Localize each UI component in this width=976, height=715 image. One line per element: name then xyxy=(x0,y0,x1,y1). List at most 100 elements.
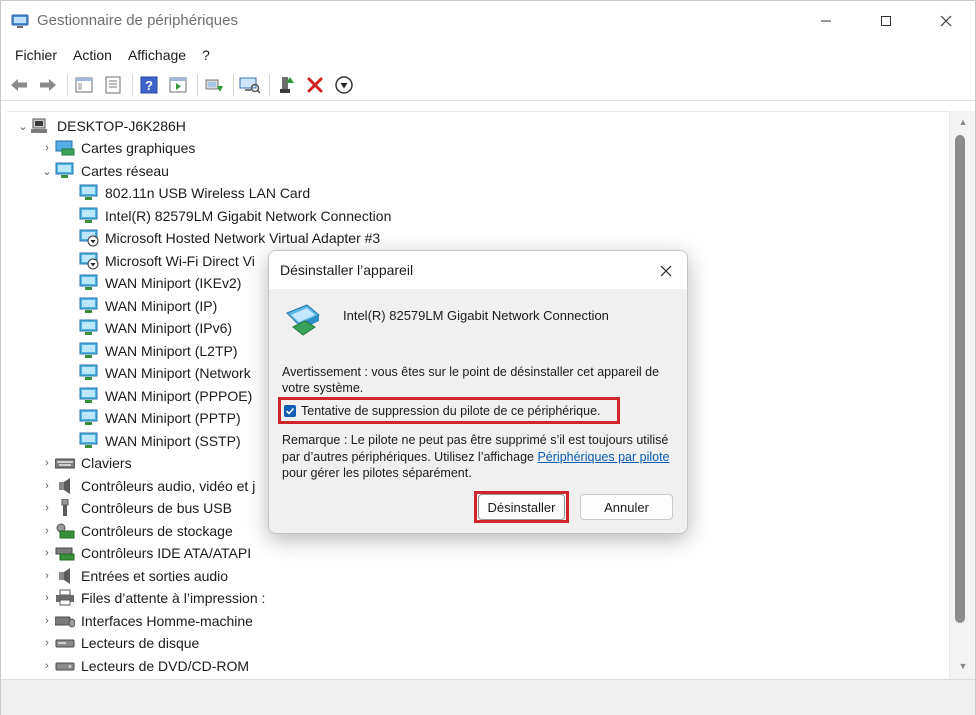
tree-item-network-device[interactable]: 802.11n USB Wireless LAN Card xyxy=(79,182,310,204)
chevron-right-icon[interactable]: › xyxy=(39,568,55,584)
tree-item-audio-io[interactable]: › Entrées et sorties audio xyxy=(39,565,228,587)
delete-driver-checkbox-row[interactable]: Tentative de suppression du pilote de ce… xyxy=(278,397,620,424)
disable-device-button[interactable] xyxy=(332,73,356,97)
toolbar-separator xyxy=(269,73,270,96)
tree-item-print-queues[interactable]: › Files d’attente à l’impression : xyxy=(39,587,265,609)
tree-item-storage-controllers[interactable]: › Contrôleurs de stockage xyxy=(39,520,233,542)
tree-item-label: Lecteurs de disque xyxy=(81,635,200,651)
tree-item-disk-drives[interactable]: › Lecteurs de disque xyxy=(39,632,199,654)
delete-driver-checkbox[interactable] xyxy=(284,404,296,417)
network-adapter-icon xyxy=(79,409,98,425)
tree-item-network-device[interactable]: WAN Miniport (IKEv2) xyxy=(79,272,241,294)
tree-item-label: Files d’attente à l’impression : xyxy=(81,590,266,606)
chevron-right-icon[interactable]: › xyxy=(39,545,55,561)
forward-button[interactable] xyxy=(36,73,60,97)
tree-item-network-device[interactable]: WAN Miniport (L2TP) xyxy=(79,340,238,362)
menu-view[interactable]: Affichage xyxy=(120,41,194,69)
tree-item-graphics-cards[interactable]: › Cartes graphiques xyxy=(39,137,195,159)
keyboard-icon xyxy=(55,458,75,469)
dialog-title-bar: Désinstaller l’appareil xyxy=(269,251,687,289)
tree-item-usb-controllers[interactable]: › Contrôleurs de bus USB xyxy=(39,497,232,519)
cancel-button[interactable]: Annuler xyxy=(580,494,673,520)
tree-item-label: WAN Miniport (IP) xyxy=(105,298,218,314)
devices-by-driver-link[interactable]: Périphériques par pilote xyxy=(537,450,669,464)
storage-controller-icon xyxy=(56,523,75,539)
tree-item-dvd-drives[interactable]: › Lecteurs de DVD/CD-ROM xyxy=(39,655,249,677)
tree-item-label: WAN Miniport (SSTP) xyxy=(105,433,241,449)
status-bar xyxy=(1,679,975,715)
tree-item-hid[interactable]: › Interfaces Homme-machine xyxy=(39,610,253,632)
dialog-close-button[interactable] xyxy=(653,259,679,283)
network-adapter-icon xyxy=(79,184,98,200)
tree-item-network-device[interactable]: Intel(R) 82579LM Gigabit Network Connect… xyxy=(79,205,391,227)
device-name: Intel(R) 82579LM Gigabit Network Connect… xyxy=(343,308,609,323)
tree-root-item[interactable]: ⌄ DESKTOP-J6K286H xyxy=(15,115,186,137)
help-button[interactable]: ? xyxy=(137,73,161,97)
tree-item-network-device[interactable]: WAN Miniport (PPPOE) xyxy=(79,385,252,407)
tree-item-network-device[interactable]: WAN Miniport (Network xyxy=(79,362,251,384)
uninstall-device-button[interactable] xyxy=(303,73,327,97)
chevron-right-icon[interactable]: › xyxy=(39,455,55,471)
tree-item-keyboards[interactable]: › Claviers xyxy=(39,452,131,474)
enable-device-button[interactable] xyxy=(274,73,298,97)
chevron-right-icon[interactable]: › xyxy=(39,140,55,156)
scroll-down-icon[interactable]: ▼ xyxy=(950,659,976,673)
tree-item-network-device[interactable]: WAN Miniport (IP) xyxy=(79,295,217,317)
warning-text: Avertissement : vous êtes sur le point d… xyxy=(282,365,660,395)
scan-hardware-button[interactable] xyxy=(238,73,262,97)
action-pane-button[interactable] xyxy=(166,73,190,97)
menu-help[interactable]: ? xyxy=(194,41,218,69)
chevron-right-icon[interactable]: › xyxy=(39,613,55,629)
scrollbar-thumb[interactable] xyxy=(955,135,965,623)
tree-item-network-device[interactable]: Microsoft Hosted Network Virtual Adapter… xyxy=(79,227,380,249)
network-adapter-icon xyxy=(79,342,98,358)
tree-item-audio-video-controllers[interactable]: › Contrôleurs audio, vidéo et j xyxy=(39,475,255,497)
back-button[interactable] xyxy=(7,73,31,97)
vertical-scrollbar[interactable]: ▲ ▼ xyxy=(949,111,975,679)
network-adapter-icon xyxy=(55,162,74,178)
tree-item-label: WAN Miniport (L2TP) xyxy=(105,343,238,359)
tree-item-network-adapters[interactable]: ⌄ Cartes réseau xyxy=(39,160,169,182)
chevron-right-icon[interactable]: › xyxy=(39,500,55,516)
chevron-right-icon[interactable]: › xyxy=(39,635,55,651)
tree-item-label: Intel(R) 82579LM Gigabit Network Connect… xyxy=(105,208,392,224)
network-adapter-icon xyxy=(286,304,320,336)
chevron-down-icon[interactable]: ⌄ xyxy=(39,163,55,179)
tree-item-label: WAN Miniport (PPPOE) xyxy=(105,388,253,404)
chevron-right-icon[interactable]: › xyxy=(39,478,55,494)
close-button[interactable] xyxy=(923,1,969,41)
console-tree-button[interactable] xyxy=(72,73,96,97)
network-adapter-icon xyxy=(79,297,98,313)
menu-action[interactable]: Action xyxy=(65,41,120,69)
usb-icon xyxy=(61,499,69,516)
network-adapter-icon xyxy=(79,207,98,223)
speaker-icon xyxy=(59,478,70,494)
svg-text:?: ? xyxy=(145,78,153,93)
tree-item-network-device[interactable]: Microsoft Wi-Fi Direct Vi xyxy=(79,250,255,272)
tree-item-label: Lecteurs de DVD/CD-ROM xyxy=(81,658,250,674)
uninstall-button[interactable]: Désinstaller xyxy=(478,494,565,520)
network-adapter-icon xyxy=(79,319,98,335)
minimize-button[interactable] xyxy=(803,1,849,41)
tree-item-network-device[interactable]: WAN Miniport (SSTP) xyxy=(79,430,241,452)
toolbar-separator xyxy=(197,73,198,96)
properties-button[interactable] xyxy=(101,73,125,97)
menu-file[interactable]: Fichier xyxy=(7,41,65,69)
dialog-title: Désinstaller l’appareil xyxy=(280,262,414,278)
tree-item-network-device[interactable]: WAN Miniport (IPv6) xyxy=(79,317,232,339)
scroll-up-icon[interactable]: ▲ xyxy=(950,115,976,129)
tree-item-label: Microsoft Wi-Fi Direct Vi xyxy=(105,253,255,269)
tree-item-network-device[interactable]: WAN Miniport (PPTP) xyxy=(79,407,241,429)
tree-item-label: Contrôleurs IDE ATA/ATAPI xyxy=(81,545,252,561)
network-adapter-icon xyxy=(79,274,98,290)
network-adapter-icon xyxy=(79,432,98,448)
chevron-down-icon[interactable]: ⌄ xyxy=(15,118,31,134)
update-driver-button[interactable] xyxy=(202,73,226,97)
speaker-icon xyxy=(59,568,70,584)
toolbar-separator xyxy=(233,73,234,96)
tree-item-ide-controllers[interactable]: › Contrôleurs IDE ATA/ATAPI xyxy=(39,542,251,564)
chevron-right-icon[interactable]: › xyxy=(39,523,55,539)
chevron-right-icon[interactable]: › xyxy=(39,658,55,674)
chevron-right-icon[interactable]: › xyxy=(39,590,55,606)
maximize-button[interactable] xyxy=(863,1,909,41)
